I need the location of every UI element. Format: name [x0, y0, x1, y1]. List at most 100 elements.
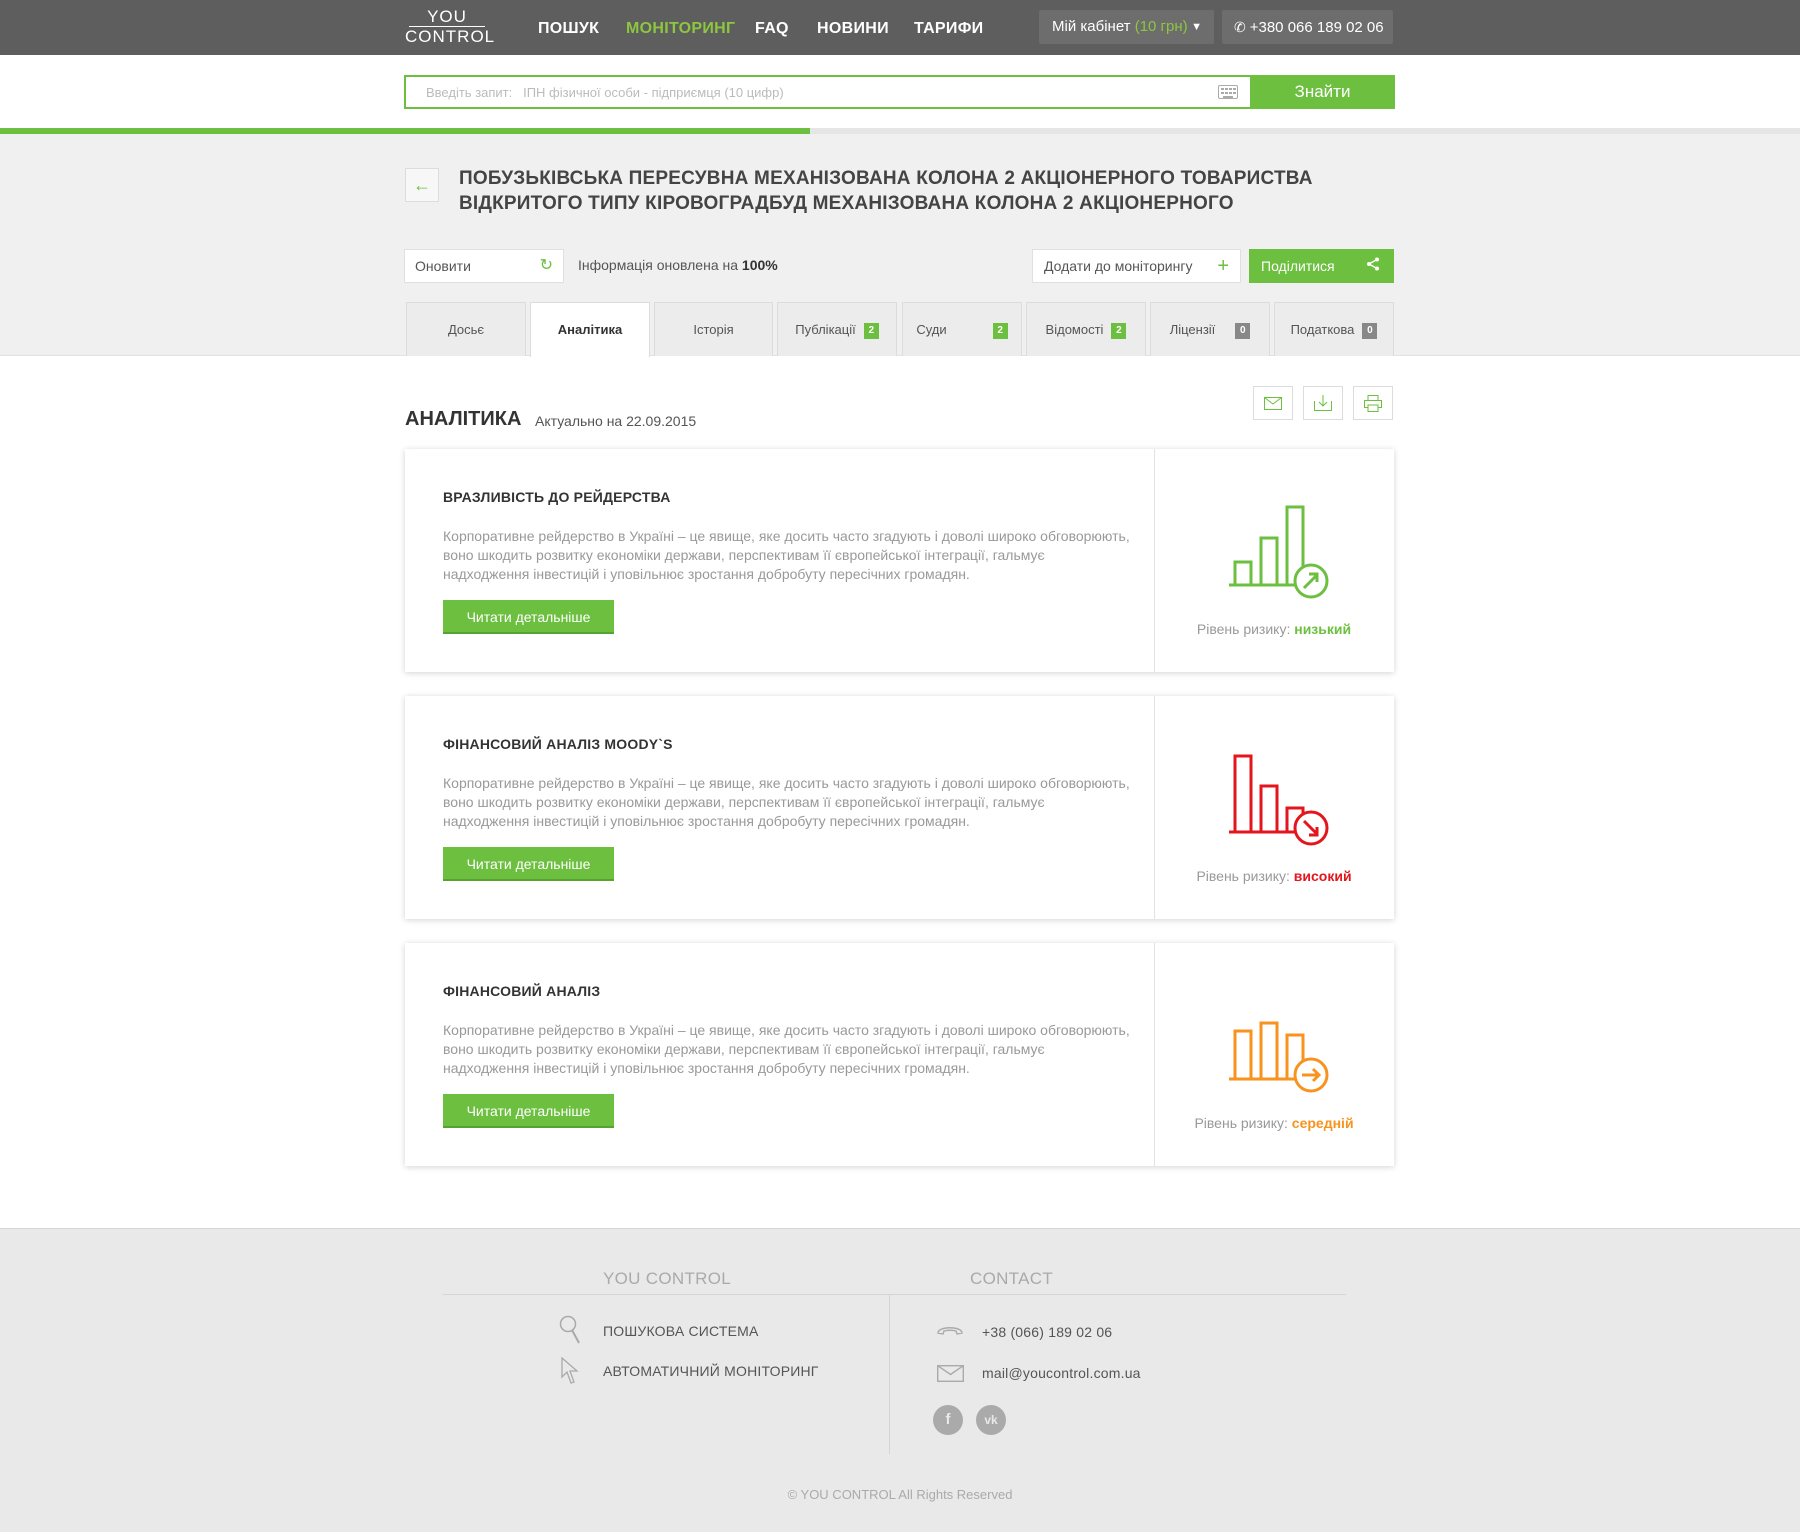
facebook-icon[interactable]: f: [933, 1405, 963, 1435]
info-updated-prefix: Інформація оновлена на: [578, 257, 739, 273]
cabinet-dropdown[interactable]: Мій кабінет (10 грн) ▼: [1039, 10, 1214, 44]
download-button[interactable]: [1303, 386, 1343, 420]
nav-news[interactable]: НОВИНИ: [817, 20, 889, 38]
section-date: Актуально на 22.09.2015: [535, 413, 697, 429]
read-more-button[interactable]: Читати детальніше: [443, 1094, 614, 1128]
logo-text-bottom: CONTROL: [405, 27, 496, 46]
tab-label: Досьє: [447, 322, 485, 337]
tab-publications[interactable]: Публікації 2: [777, 302, 897, 356]
tab-analytics[interactable]: Аналітика: [530, 302, 650, 357]
add-monitoring-label: Додати до моніторингу: [1044, 258, 1193, 274]
risk-medium-icon: [1229, 1021, 1329, 1093]
tab-label: Податкова: [1290, 322, 1355, 337]
printer-icon: [1364, 395, 1382, 412]
back-button[interactable]: ←: [405, 168, 439, 202]
risk-low-icon: [1229, 505, 1329, 599]
envelope-icon: [937, 1365, 964, 1382]
card-title: ФІНАНСОВИЙ АНАЛІЗ: [443, 983, 601, 999]
read-more-button[interactable]: Читати детальніше: [443, 600, 614, 634]
tab-tax[interactable]: Податкова 0: [1274, 302, 1394, 356]
footer-email[interactable]: mail@youcontrol.com.ua: [982, 1365, 1141, 1381]
search-bar: Знайти: [404, 75, 1395, 109]
refresh-icon: ↻: [539, 257, 553, 274]
tab-label: Суди: [916, 322, 947, 337]
footer-col1-title: YOU CONTROL: [603, 1269, 731, 1288]
search-input[interactable]: [426, 77, 1106, 107]
card-divider: [1154, 449, 1155, 672]
analytics-card-raiding: ВРАЗЛИВІСТЬ ДО РЕЙДЕРСТВА Корпоративне р…: [405, 449, 1394, 672]
cursor-icon: [561, 1357, 579, 1384]
phone-number: +380 066 189 02 06: [1249, 19, 1384, 36]
tab-dossier[interactable]: Досьє: [406, 302, 526, 356]
risk-level-text: Рівень ризику: низький: [1154, 621, 1394, 637]
tab-badge: 2: [1111, 323, 1127, 339]
tab-label: Аналітика: [557, 322, 623, 337]
card-description: Корпоративне рейдерство в Україні – це я…: [443, 1022, 1130, 1076]
envelope-icon: [1264, 397, 1282, 410]
footer-divider: [443, 1294, 889, 1295]
tab-label: Публікації: [795, 322, 856, 337]
risk-label: Рівень ризику:: [1196, 621, 1291, 637]
tab-licenses[interactable]: Ліцензії 0: [1150, 302, 1270, 356]
risk-value: високий: [1293, 868, 1352, 884]
card-description: Корпоративне рейдерство в Україні – це я…: [443, 775, 1130, 829]
nav-faq[interactable]: FAQ: [755, 20, 789, 38]
cabinet-balance: (10 грн): [1134, 18, 1188, 35]
tab-label: Історія: [693, 322, 734, 337]
tab-badge: 0: [1235, 323, 1251, 339]
share-icon: [1366, 249, 1380, 283]
keyboard-icon[interactable]: [1218, 85, 1238, 99]
company-title-line2: ВІДКРИТОГО ТИПУ КІРОВОГРАДБУД МЕХАНІЗОВА…: [459, 193, 1234, 214]
add-monitoring-button[interactable]: Додати до моніторингу +: [1032, 249, 1241, 283]
footer: YOU CONTROL CONTACT ПОШУКОВА СИСТЕМА АВТ…: [0, 1228, 1800, 1532]
email-button[interactable]: [1253, 386, 1293, 420]
vk-icon[interactable]: vk: [976, 1405, 1006, 1435]
cabinet-label: Мій кабінет: [1052, 18, 1131, 35]
footer-phone[interactable]: +38 (066) 189 02 06: [982, 1324, 1112, 1340]
section-title: АНАЛІТИКА: [405, 408, 522, 430]
nav-search[interactable]: ПОШУК: [538, 20, 599, 38]
tab-records[interactable]: Відомості 2: [1026, 302, 1146, 356]
footer-link-search-system[interactable]: ПОШУКОВА СИСТЕМА: [603, 1323, 759, 1339]
nav-monitoring[interactable]: МОНІТОРИНГ: [626, 20, 735, 38]
card-divider: [1154, 696, 1155, 919]
card-divider: [1154, 943, 1155, 1166]
company-title: ПОБУЗЬКІВСЬКА ПЕРЕСУВНА МЕХАНІЗОВАНА КОЛ…: [459, 166, 1359, 216]
share-button[interactable]: Поділитися: [1249, 249, 1394, 283]
card-title: ВРАЗЛИВІСТЬ ДО РЕЙДЕРСТВА: [443, 489, 671, 505]
tab-courts[interactable]: Суди 2: [902, 302, 1022, 356]
analytics-card-financial: ФІНАНСОВИЙ АНАЛІЗ Корпоративне рейдерств…: [405, 943, 1394, 1166]
risk-level-text: Рівень ризику: високий: [1154, 868, 1394, 884]
download-icon: [1314, 395, 1332, 411]
share-label: Поділитися: [1261, 258, 1335, 274]
risk-value: низький: [1294, 621, 1352, 637]
risk-value: середній: [1291, 1115, 1354, 1131]
footer-vertical-divider: [889, 1294, 890, 1454]
footer-col2-title: CONTACT: [970, 1269, 1053, 1288]
tab-history[interactable]: Історія: [654, 302, 773, 356]
risk-label: Рівень ризику:: [1196, 868, 1290, 884]
tab-badge: 2: [992, 323, 1008, 339]
copyright: © YOU CONTROL All Rights Reserved: [787, 1487, 1013, 1502]
footer-link-auto-monitoring[interactable]: АВТОМАТИЧНИЙ МОНІТОРИНГ: [603, 1363, 819, 1379]
risk-label: Рівень ризику:: [1194, 1115, 1288, 1131]
logo[interactable]: YOU CONTROL: [405, 8, 496, 48]
phone-icon: ✆: [1234, 19, 1246, 35]
tab-label: Ліцензії: [1169, 322, 1216, 337]
card-description: Корпоративне рейдерство в Україні – це я…: [443, 528, 1130, 582]
phone-button[interactable]: ✆ +380 066 189 02 06: [1222, 10, 1393, 44]
info-updated-text: Інформація оновлена на 100%: [578, 257, 778, 273]
tab-badge: 2: [863, 323, 879, 339]
search-button[interactable]: Знайти: [1250, 75, 1395, 109]
telephone-icon: [937, 1327, 963, 1335]
chevron-down-icon: ▼: [1191, 21, 1202, 33]
analytics-card-moodys: ФІНАНСОВИЙ АНАЛІЗ MOODY`S Корпоративне р…: [405, 696, 1394, 919]
card-title: ФІНАНСОВИЙ АНАЛІЗ MOODY`S: [443, 736, 673, 752]
arrow-left-icon: ←: [413, 175, 431, 195]
plus-icon: +: [1217, 255, 1229, 277]
refresh-button[interactable]: Оновити ↻: [404, 249, 564, 283]
read-more-button[interactable]: Читати детальніше: [443, 847, 614, 881]
nav-tariffs[interactable]: ТАРИФИ: [914, 20, 983, 38]
print-button[interactable]: [1353, 386, 1393, 420]
tab-badge: 0: [1362, 323, 1378, 339]
